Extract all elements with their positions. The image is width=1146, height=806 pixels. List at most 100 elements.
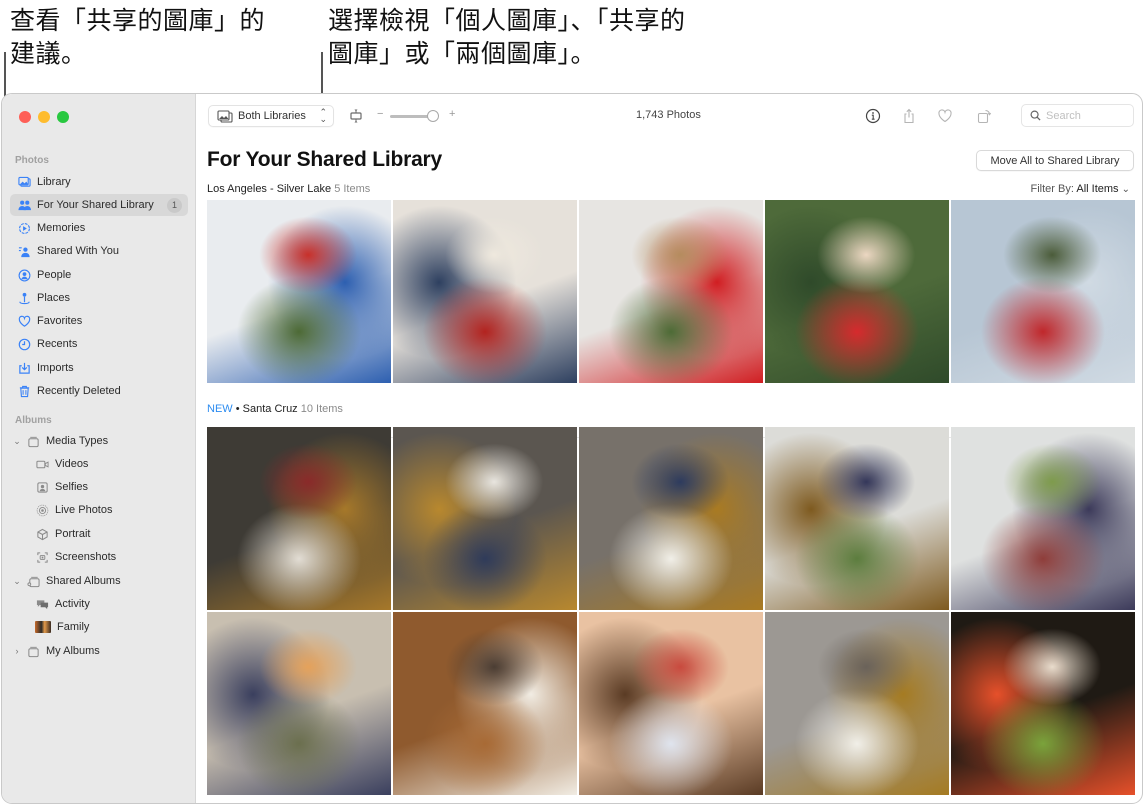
photo-thumbnail[interactable] — [765, 612, 949, 795]
photo-thumbnail[interactable] — [207, 427, 391, 610]
sidebar-item-videos[interactable]: Videos — [35, 453, 188, 475]
sidebar-item-activity[interactable]: Activity — [35, 593, 188, 615]
photo-grid-santa-cruz — [207, 427, 1135, 795]
sidebar: Photos Library For Your Shared Library 1… — [2, 94, 196, 803]
people-icon — [17, 268, 31, 282]
photo-thumbnail[interactable] — [393, 612, 577, 795]
sidebar-item-label: Portrait — [55, 528, 91, 540]
sidebar-item-imports[interactable]: Imports — [10, 357, 188, 379]
sidebar-item-label: Live Photos — [55, 504, 113, 516]
photo-thumbnail[interactable] — [951, 612, 1135, 795]
section-item-count: 10 Items — [300, 403, 343, 415]
favorite-button[interactable] — [936, 107, 954, 125]
sidebar-item-label: Library — [37, 176, 71, 188]
sidebar-item-memories[interactable]: Memories — [10, 217, 188, 239]
sidebar-item-label: Media Types — [46, 435, 109, 447]
sidebar-item-portrait[interactable]: Portrait — [35, 523, 188, 545]
sidebar-item-live-photos[interactable]: Live Photos — [35, 499, 188, 521]
photo-grid-los-angeles — [207, 200, 1135, 383]
sidebar-item-for-your-shared-library[interactable]: For Your Shared Library 1 — [10, 194, 188, 216]
sidebar-item-label: Shared With You — [37, 245, 119, 257]
window-controls — [19, 111, 69, 123]
share-icon — [904, 108, 914, 124]
photo-thumbnail[interactable] — [579, 612, 763, 795]
sidebar-item-family[interactable]: Family — [35, 616, 188, 638]
sidebar-item-label: Family — [57, 621, 90, 633]
sidebar-item-label: My Albums — [46, 645, 100, 657]
sidebar-item-my-albums[interactable]: › My Albums — [12, 640, 190, 662]
section-item-count: 5 Items — [334, 183, 371, 195]
library-selector-popup[interactable]: Both Libraries ⌃ ⌄ — [208, 105, 334, 127]
sidebar-item-shared-with-you[interactable]: Shared With You — [10, 240, 188, 262]
bullet-separator: • — [235, 403, 243, 415]
sidebar-item-library[interactable]: Library — [10, 171, 188, 193]
photo-thumbnail[interactable] — [579, 200, 763, 383]
rotate-icon — [977, 109, 992, 124]
sidebar-item-label: Shared Albums — [46, 575, 121, 587]
sidebar-item-people[interactable]: People — [10, 264, 188, 286]
chevron-down-icon: ⌄ — [1121, 184, 1130, 195]
photo-thumbnail[interactable] — [765, 427, 949, 610]
sidebar-item-label: Activity — [55, 598, 90, 610]
shared-with-you-icon — [17, 244, 31, 258]
close-window-button[interactable] — [19, 111, 31, 123]
sidebar-item-media-types[interactable]: ⌄ Media Types — [12, 430, 190, 452]
photo-thumbnail[interactable] — [393, 427, 577, 610]
sidebar-item-label: Recently Deleted — [37, 385, 121, 397]
minimize-window-button[interactable] — [38, 111, 50, 123]
rotate-button[interactable] — [975, 107, 993, 125]
chevron-right-icon[interactable]: › — [12, 646, 22, 656]
callout-library-view-selector: 選擇檢視「個人圖庫」、「共享的 圖庫」或「兩個圖庫」。 — [328, 6, 686, 68]
sidebar-item-recently-deleted[interactable]: Recently Deleted — [10, 380, 188, 402]
folder-stack-icon — [26, 434, 40, 448]
photo-thumbnail[interactable] — [207, 612, 391, 795]
section-title: Los Angeles - Silver Lake — [207, 183, 332, 195]
places-pin-icon — [17, 291, 31, 305]
chevron-down-icon[interactable]: ⌄ — [12, 576, 22, 587]
filter-by-menu[interactable]: Filter By: All Items ⌄ — [1031, 183, 1131, 195]
sidebar-item-recents[interactable]: Recents — [10, 333, 188, 355]
filter-label: Filter By: — [1030, 183, 1074, 195]
photo-thumbnail[interactable] — [951, 200, 1135, 383]
photo-thumbnail[interactable] — [207, 200, 391, 383]
sidebar-item-selfies[interactable]: Selfies — [35, 476, 188, 498]
chevron-down-icon[interactable]: ⌄ — [12, 436, 22, 447]
section-title: Santa Cruz — [242, 403, 298, 415]
suggestion-count-badge: 1 — [167, 198, 182, 213]
photo-count: 1,743 Photos — [636, 109, 701, 121]
section-header-los-angeles: Los Angeles - Silver Lake 5 Items — [207, 183, 370, 195]
zoom-slider-knob[interactable] — [427, 110, 440, 122]
photo-thumbnail[interactable] — [393, 200, 577, 383]
activity-bubbles-icon — [35, 597, 49, 611]
import-icon — [17, 361, 31, 375]
clock-icon — [17, 337, 31, 351]
sidebar-item-favorites[interactable]: Favorites — [10, 310, 188, 332]
family-thumbnail — [35, 621, 51, 633]
info-button[interactable] — [864, 107, 882, 125]
search-input[interactable] — [1046, 109, 1126, 122]
sidebar-item-label: Screenshots — [55, 551, 117, 563]
library-icon — [17, 175, 31, 189]
new-badge: NEW — [207, 403, 233, 415]
photo-thumbnail[interactable] — [951, 427, 1135, 610]
zoom-window-button[interactable] — [57, 111, 69, 123]
sidebar-item-places[interactable]: Places — [10, 287, 188, 309]
folder-stack-icon — [26, 644, 40, 658]
library-selector-value: Both Libraries — [238, 110, 306, 122]
sidebar-section-photos: Photos — [15, 155, 49, 166]
live-photo-icon — [35, 503, 49, 517]
sidebar-item-label: Selfies — [55, 481, 89, 493]
move-all-to-shared-library-button[interactable]: Move All to Shared Library — [976, 150, 1134, 171]
sidebar-item-screenshots[interactable]: Screenshots — [35, 546, 188, 568]
photo-thumbnail[interactable] — [579, 427, 763, 610]
callout-shared-library-suggestions: 查看「共享的圖庫」的 建議。 — [10, 6, 266, 68]
page-title: For Your Shared Library — [207, 148, 443, 171]
photo-thumbnail[interactable] — [765, 200, 949, 383]
sidebar-item-label: Recents — [37, 338, 78, 350]
fit-aspect-button[interactable] — [347, 107, 365, 125]
share-button[interactable] — [900, 107, 918, 125]
sidebar-item-label: Videos — [55, 458, 89, 470]
sidebar-item-shared-albums[interactable]: ⌄ Shared Albums — [12, 570, 190, 592]
sidebar-item-label: For Your Shared Library — [37, 199, 154, 211]
search-field[interactable] — [1021, 104, 1134, 127]
